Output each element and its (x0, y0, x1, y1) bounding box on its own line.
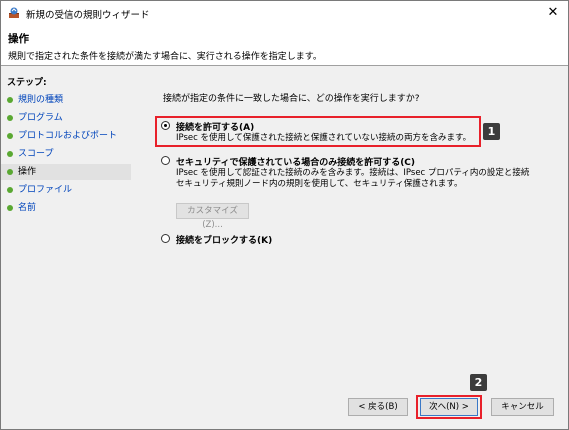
allow-secure-description-line: セキュリティ規則ノード内の規則を使用して、セキュリティ保護されます。 (176, 179, 463, 189)
allow-secure-label[interactable]: セキュリティで保護されている場合のみ接続を許可する(C) (176, 155, 415, 168)
step-badge-1: 1 (483, 123, 500, 140)
cancel-button[interactable]: キャンセル (491, 398, 554, 416)
page-subtitle: 規則で指定された条件を接続が満たす場合に、実行される操作を指定します。 (8, 52, 322, 62)
window-title: 新規の受信の規則ウィザード (26, 10, 150, 21)
allow-secure-radio[interactable] (161, 156, 170, 165)
customize-button[interactable]: カスタマイズ(Z)... (176, 203, 249, 230)
step-bullet-icon (7, 151, 13, 157)
sidebar-item-profile[interactable]: プロファイル (1, 182, 131, 198)
sidebar-item-protocol-port[interactable]: プロトコルおよびポート (1, 128, 131, 144)
sidebar-item-label: 規則の種類 (18, 95, 64, 105)
main-panel: 接続が指定の条件に一致した場合に、どの操作を実行しますか? 接続を許可する(A)… (131, 66, 568, 429)
block-label[interactable]: 接続をブロックする(K) (176, 233, 272, 246)
wizard-window: 新規の受信の規則ウィザード ✕ 操作 規則で指定された条件を接続が満たす場合に、… (0, 0, 569, 430)
allow-secure-description-line: IPsec を使用して認証された接続のみを含みます。接続は、IPsec プロパテ… (176, 168, 530, 178)
step-bullet-icon (7, 187, 13, 193)
sidebar-item-label: プログラム (18, 113, 63, 123)
wizard-header: 操作 規則で指定された条件を接続が満たす場合に、実行される操作を指定します。 (1, 25, 568, 65)
step-bullet-icon (7, 115, 13, 121)
title-bar: 新規の受信の規則ウィザード ✕ (1, 1, 568, 25)
step-bullet-icon (7, 97, 13, 103)
steps-label: ステップ: (7, 78, 47, 88)
sidebar-item-label: スコープ (18, 149, 54, 159)
step-bullet-icon (7, 133, 13, 139)
sidebar-item-label: 操作 (18, 167, 37, 177)
step-bullet-icon (7, 169, 13, 175)
sidebar-item-name[interactable]: 名前 (1, 200, 131, 216)
sidebar-item-scope[interactable]: スコープ (1, 146, 131, 162)
sidebar-item-label: プロトコルおよびポート (18, 131, 118, 141)
step-badge-2: 2 (470, 374, 487, 391)
steps-sidebar: ステップ: 規則の種類 プログラム プロトコルおよびポート スコープ 操作 プロ… (1, 66, 131, 429)
sidebar-item-action[interactable]: 操作 (1, 164, 131, 180)
sidebar-item-label: プロファイル (18, 185, 73, 195)
highlight-box-option (155, 116, 481, 147)
step-bullet-icon (7, 205, 13, 211)
back-button[interactable]: < 戻る(B) (348, 398, 408, 416)
sidebar-item-program[interactable]: プログラム (1, 110, 131, 126)
close-icon[interactable]: ✕ (538, 1, 568, 25)
sidebar-item-label: 名前 (18, 203, 37, 213)
sidebar-item-rule-type[interactable]: 規則の種類 (1, 92, 131, 108)
page-title: 操作 (8, 33, 29, 45)
block-radio[interactable] (161, 234, 170, 243)
allow-secure-description: IPsec を使用して認証された接続のみを含みます。接続は、IPsec プロパテ… (176, 168, 529, 190)
firewall-app-icon (9, 7, 19, 18)
highlight-box-next (416, 395, 482, 419)
action-question: 接続が指定の条件に一致した場合に、どの操作を実行しますか? (163, 94, 420, 104)
